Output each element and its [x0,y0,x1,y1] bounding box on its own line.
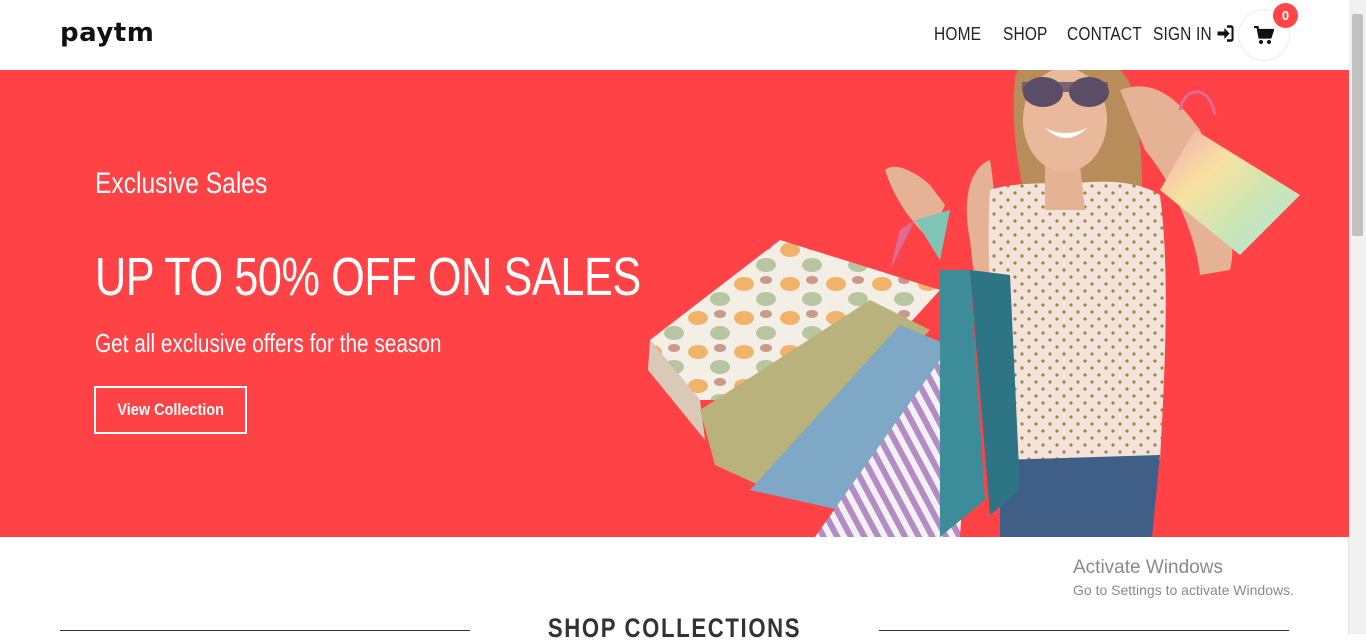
hero-banner: Exclusive Sales UP TO 50% OFF ON SALES G… [0,70,1349,537]
shopping-cart-icon [1254,26,1274,44]
page-scrollbar[interactable] [1348,0,1366,634]
nav-shop-link[interactable]: SHOP [1003,24,1048,45]
hero-headline: UP TO 50% OFF ON SALES [95,247,641,307]
shop-collections-heading-area: SHOP COLLECTIONS [0,600,1349,643]
site-header: paytm HOME SHOP CONTACT SIGN IN 0 [0,0,1349,70]
cart-count-badge: 0 [1273,3,1298,28]
activate-windows-watermark: Activate Windows Go to Settings to activ… [1073,557,1294,598]
nav-signin-link[interactable]: SIGN IN [1153,24,1234,45]
scrollbar-thumb[interactable] [1352,14,1363,236]
view-collection-label: View Collection [117,400,224,419]
shop-collections-title-text: SHOP COLLECTIONS [547,613,802,643]
main-nav: HOME SHOP CONTACT SIGN IN [0,24,1349,50]
view-collection-button[interactable]: View Collection [94,386,247,434]
sign-in-icon [1217,25,1234,42]
hero-subtext: Get all exclusive offers for the season [95,328,442,358]
nav-contact-link[interactable]: CONTACT [1067,24,1142,45]
activate-windows-subtitle: Go to Settings to activate Windows. [1073,582,1294,598]
hero-shopping-woman-image [648,70,1300,537]
hero-eyebrow: Exclusive Sales [95,167,268,200]
nav-home-link[interactable]: HOME [934,24,981,45]
activate-windows-title: Activate Windows [1073,557,1223,578]
shop-collections-title: SHOP COLLECTIONS [0,613,1349,644]
nav-signin-label: SIGN IN [1153,24,1212,44]
